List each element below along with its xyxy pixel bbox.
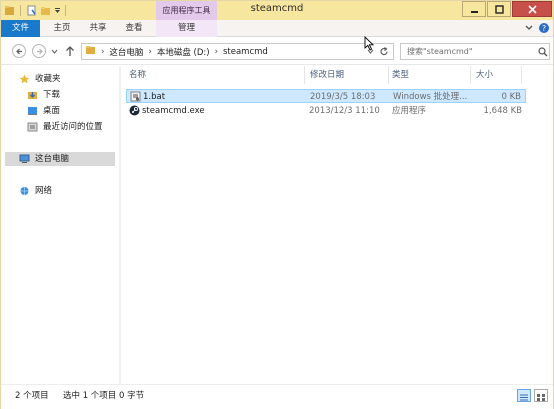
breadcrumb-local-disk[interactable]: 本地磁盘 (D:) [157, 46, 210, 58]
breadcrumb-this-pc[interactable]: 这台电脑 [109, 46, 143, 58]
tab-manage[interactable]: 管理 [156, 20, 217, 37]
up-arrow-icon[interactable] [65, 45, 75, 60]
column-header-type[interactable]: 类型 [392, 66, 409, 84]
tab-file[interactable]: 文件 [1, 20, 40, 37]
column-divider[interactable] [521, 66, 522, 84]
breadcrumb-separator-icon: › [101, 46, 105, 57]
file-row[interactable]: 1.bat 2019/3/5 18:03 Windows 批处理... 0 KB [126, 89, 526, 103]
column-divider[interactable] [388, 66, 389, 84]
window-controls [461, 1, 552, 17]
details-view-icon[interactable] [517, 389, 531, 402]
navigation-bar: › 这台电脑 › 本地磁盘 (D:) › steamcmd 搜索"steamcm… [1, 38, 553, 65]
nav-favorites[interactable]: 收藏夹 [19, 72, 115, 86]
nav-label: 网络 [35, 186, 53, 196]
item-count: 2 个项目 [15, 391, 49, 401]
file-size: 0 KB [501, 92, 521, 102]
network-icon [19, 186, 30, 196]
back-arrow-icon[interactable] [12, 44, 26, 58]
nav-this-pc[interactable]: 这台电脑 [5, 152, 115, 166]
refresh-icon[interactable] [379, 46, 389, 60]
column-header-size[interactable]: 大小 [476, 66, 493, 84]
file-type: 应用程序 [392, 106, 427, 116]
column-header-name[interactable]: 名称 [129, 66, 146, 84]
nav-label: 这台电脑 [35, 154, 70, 164]
star-icon [19, 74, 30, 84]
file-size: 1,648 KB [483, 106, 522, 116]
tab-share[interactable]: 共享 [84, 20, 112, 37]
forward-arrow-icon[interactable] [32, 44, 46, 58]
desktop-icon [27, 106, 38, 116]
explorer-window: 应用程序工具 steamcmd 文件 主页 共享 查看 管理 ? › 这台电脑 … [0, 0, 554, 409]
mouse-cursor-icon [364, 35, 375, 54]
column-header-date[interactable]: 修改日期 [310, 66, 344, 84]
nav-label: 下载 [43, 90, 61, 100]
large-icons-view-icon[interactable] [534, 389, 548, 402]
nav-label: 最近访问的位置 [43, 122, 103, 132]
file-date: 2013/12/3 11:10 [309, 106, 380, 116]
steam-icon [129, 105, 140, 121]
nav-label: 桌面 [43, 106, 61, 116]
selection-info: 选中 1 个项目 0 字节 [63, 391, 145, 401]
title-bar: 应用程序工具 steamcmd [1, 1, 553, 20]
file-name: 1.bat [143, 92, 166, 102]
download-icon [27, 90, 38, 100]
file-name: steamcmd.exe [142, 106, 205, 116]
tab-home[interactable]: 主页 [48, 20, 76, 37]
nav-network[interactable]: 网络 [19, 184, 115, 198]
nav-recent-places[interactable]: 最近访问的位置 [27, 120, 115, 134]
svg-text:?: ? [542, 24, 546, 33]
status-bar: 2 个项目 选中 1 个项目 0 字节 [1, 384, 553, 409]
address-bar[interactable]: › 这台电脑 › 本地磁盘 (D:) › steamcmd [81, 43, 394, 60]
recent-locations-icon[interactable] [51, 48, 58, 58]
breadcrumb-steamcmd[interactable]: steamcmd [223, 47, 268, 57]
expand-ribbon-icon[interactable] [524, 22, 534, 37]
nav-label: 收藏夹 [35, 74, 61, 84]
column-divider[interactable] [470, 66, 471, 84]
navigation-pane: 收藏夹 下载 桌面 最近访问的位置 这台电脑 网络 [1, 66, 119, 384]
ribbon-tabs: 文件 主页 共享 查看 管理 ? [1, 20, 553, 37]
maximize-icon[interactable] [487, 1, 511, 17]
nav-downloads[interactable]: 下载 [27, 88, 115, 102]
close-icon[interactable] [512, 1, 552, 17]
file-list: 名称 修改日期 类型 大小 1.bat 2019/3/5 18:03 Windo… [121, 66, 553, 384]
nav-desktop[interactable]: 桌面 [27, 104, 115, 118]
search-input[interactable]: 搜索"steamcmd" [400, 43, 550, 60]
folder-icon [85, 45, 96, 58]
tab-view[interactable]: 查看 [120, 20, 148, 37]
column-divider[interactable] [304, 66, 305, 84]
computer-icon [19, 154, 30, 164]
search-icon[interactable] [538, 47, 548, 60]
help-icon[interactable]: ? [538, 22, 550, 37]
breadcrumb-separator-icon: › [214, 46, 218, 57]
file-date: 2019/3/5 18:03 [310, 92, 376, 102]
recent-places-icon [27, 122, 38, 132]
file-type: Windows 批处理... [393, 92, 468, 102]
breadcrumb-separator-icon: › [148, 46, 152, 57]
file-row[interactable]: steamcmd.exe 2013/12/3 11:10 应用程序 1,648 … [126, 104, 526, 118]
minimize-icon[interactable] [462, 1, 486, 17]
